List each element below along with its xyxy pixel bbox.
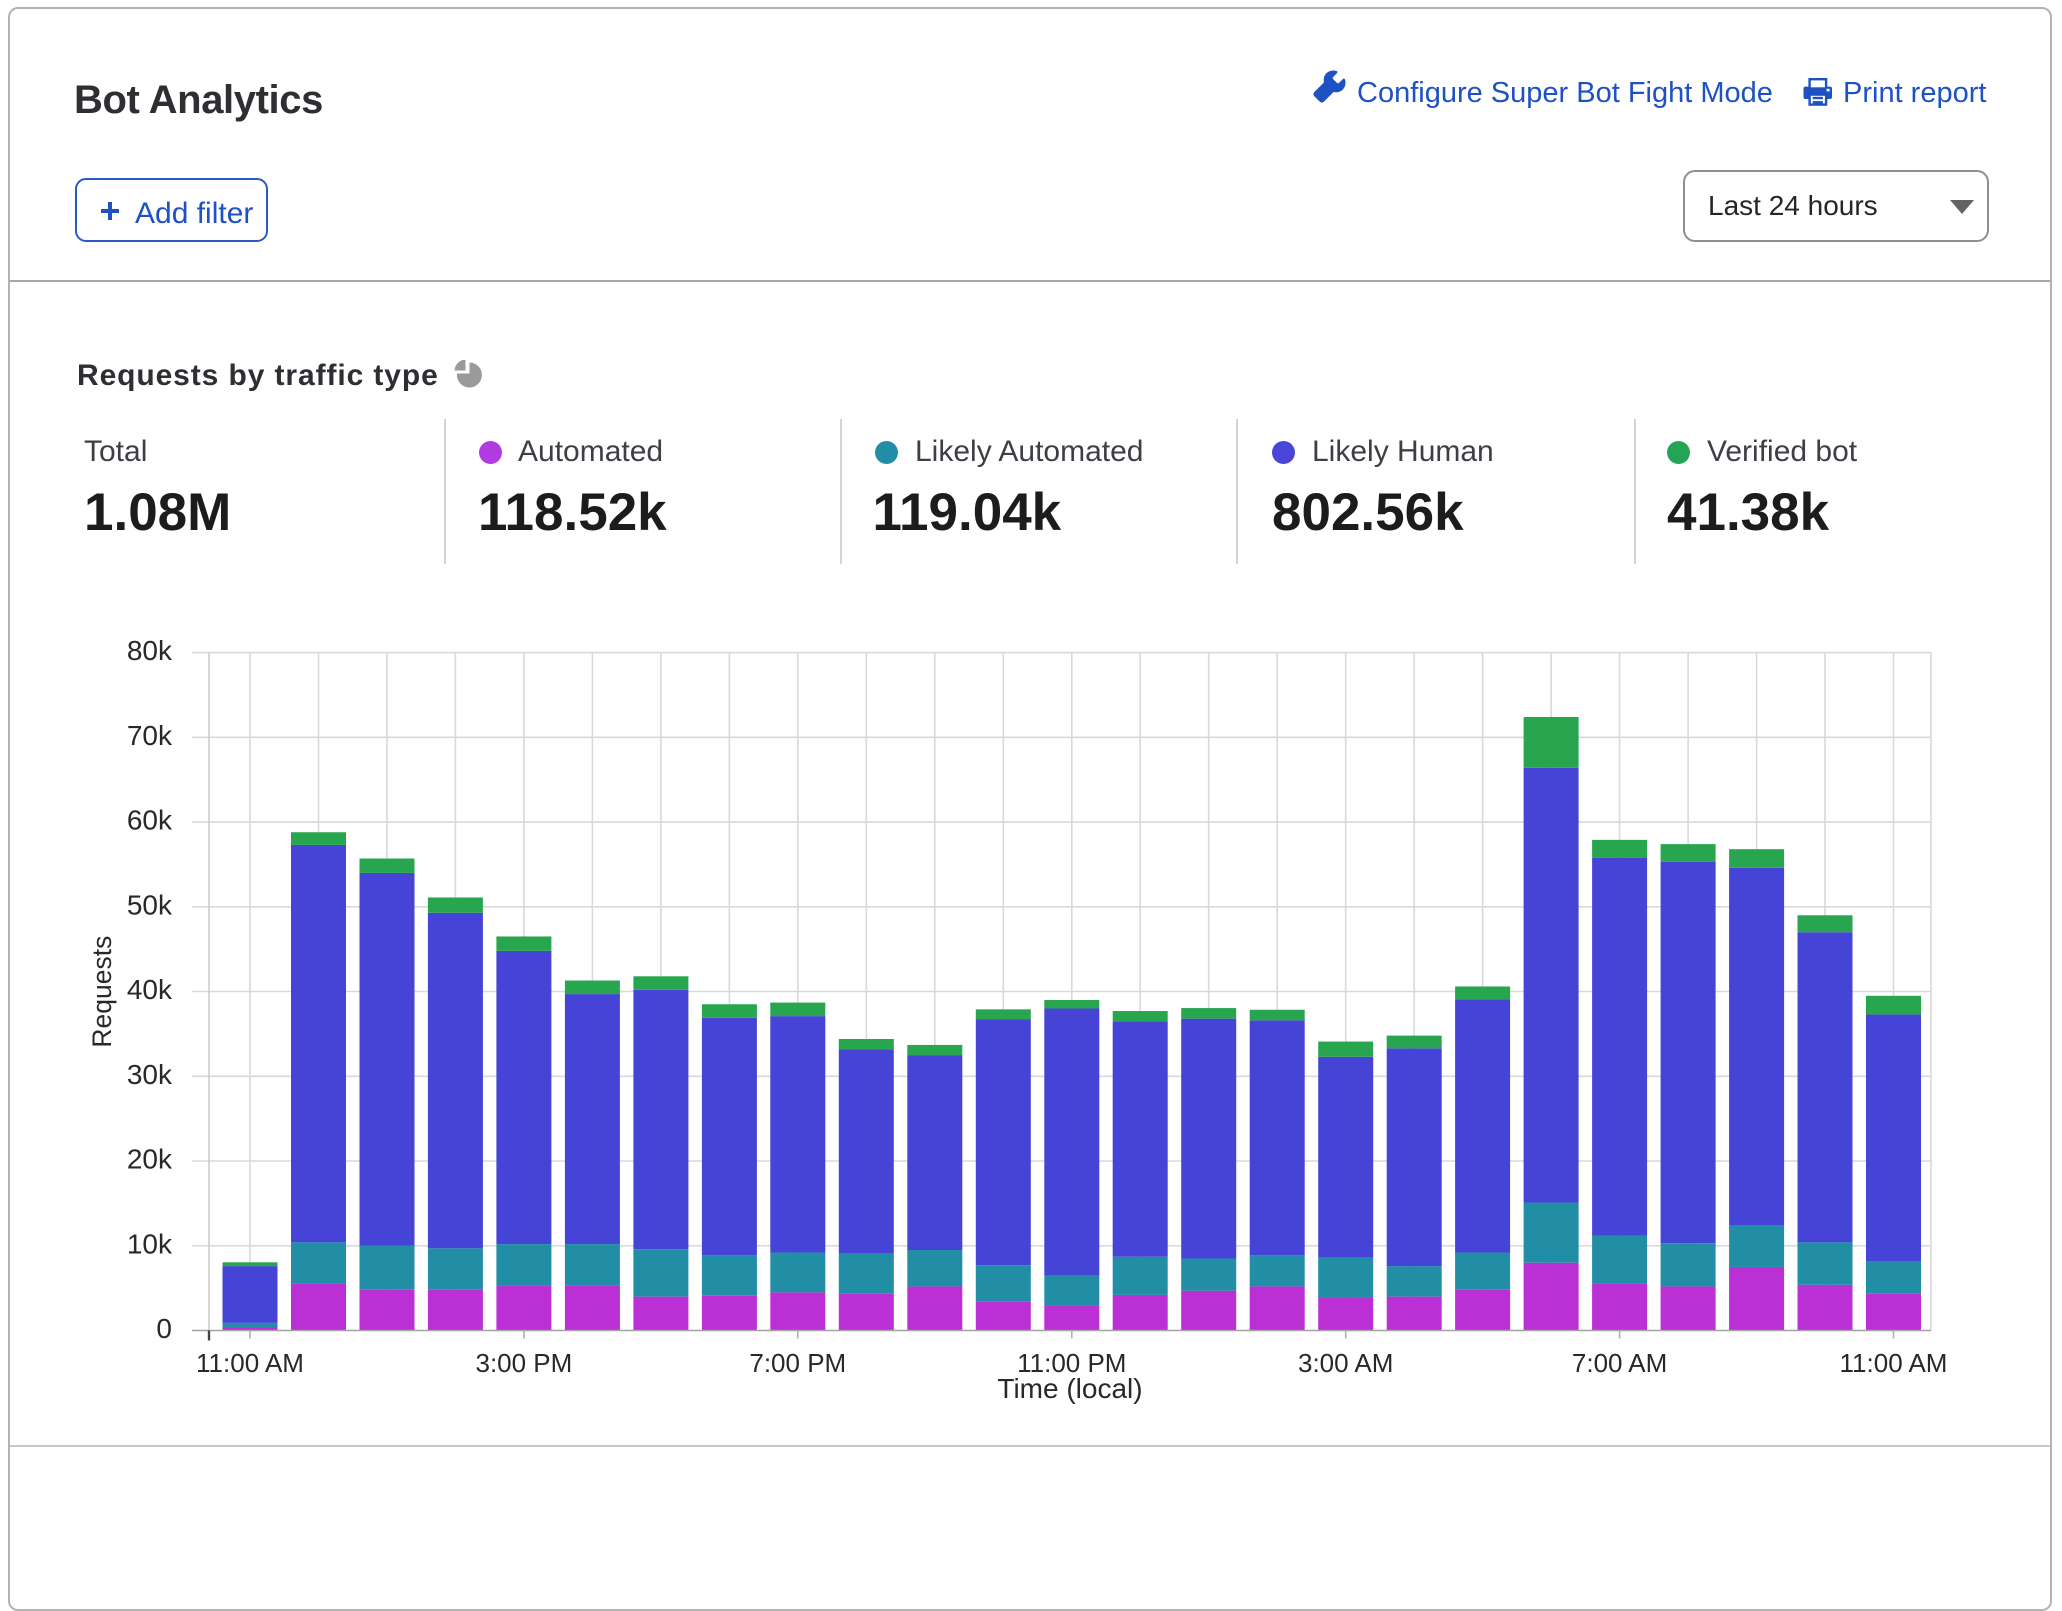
svg-text:11:00 AM: 11:00 AM bbox=[1840, 1348, 1948, 1378]
svg-text:40k: 40k bbox=[127, 974, 173, 1005]
svg-text:7:00 AM: 7:00 AM bbox=[1572, 1348, 1667, 1378]
svg-text:11:00 AM: 11:00 AM bbox=[196, 1348, 304, 1378]
svg-text:0: 0 bbox=[156, 1313, 172, 1344]
svg-text:7:00 PM: 7:00 PM bbox=[749, 1348, 846, 1378]
svg-text:10k: 10k bbox=[127, 1228, 173, 1259]
svg-text:60k: 60k bbox=[127, 805, 173, 836]
svg-text:80k: 80k bbox=[127, 635, 173, 666]
svg-text:3:00 PM: 3:00 PM bbox=[475, 1348, 572, 1378]
svg-text:20k: 20k bbox=[127, 1144, 173, 1175]
svg-text:30k: 30k bbox=[127, 1059, 173, 1090]
svg-text:50k: 50k bbox=[127, 889, 173, 920]
svg-text:3:00 AM: 3:00 AM bbox=[1298, 1348, 1393, 1378]
svg-text:70k: 70k bbox=[127, 720, 173, 751]
svg-text:Time (local): Time (local) bbox=[997, 1373, 1142, 1404]
svg-text:Requests: Requests bbox=[87, 936, 117, 1048]
